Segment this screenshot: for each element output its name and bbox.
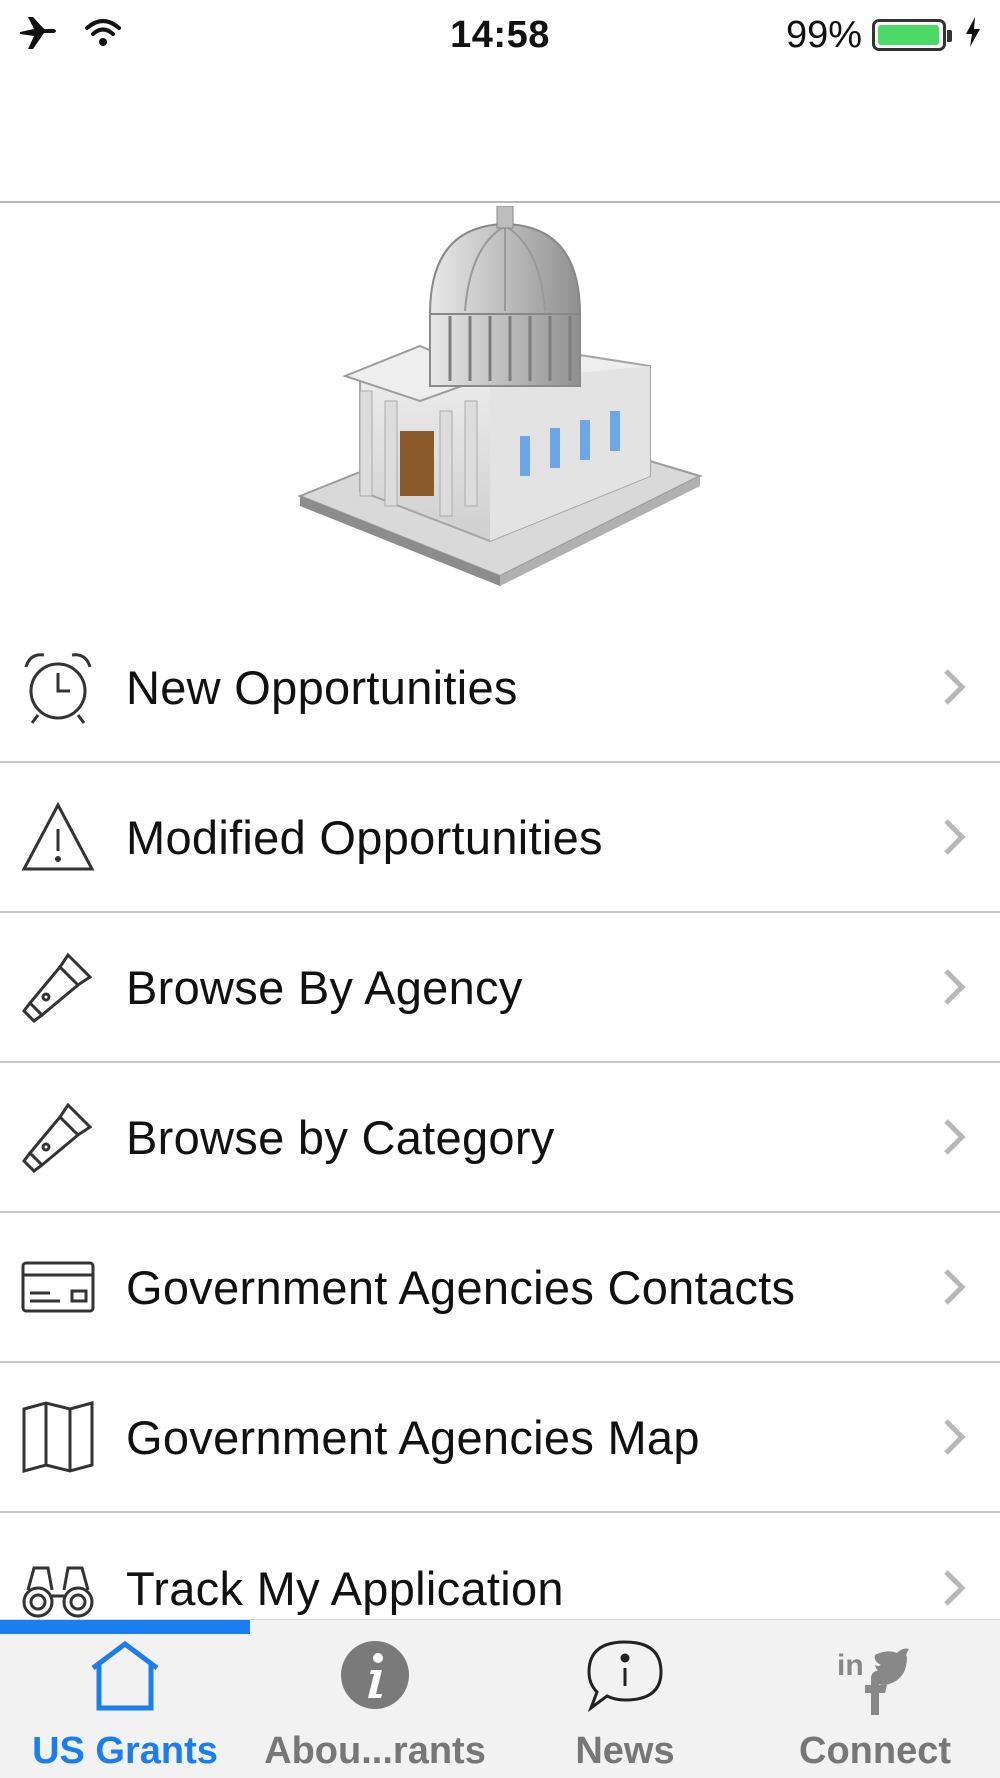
menu-item-government-agencies-map[interactable]: Government Agencies Map xyxy=(0,1363,1000,1513)
navigation-bar xyxy=(0,70,1000,203)
chevron-right-icon xyxy=(944,1269,966,1305)
speech-bubble-info-icon xyxy=(580,1630,670,1720)
flashlight-icon xyxy=(20,1099,96,1175)
hero-banner xyxy=(0,203,1000,613)
menu-item-label: New Opportunities xyxy=(126,660,518,714)
battery-icon xyxy=(872,19,952,51)
tab-label: Connect xyxy=(799,1730,951,1772)
menu-item-browse-by-agency[interactable]: Browse By Agency xyxy=(0,913,1000,1063)
menu-item-label: Track My Application xyxy=(126,1561,564,1615)
tab-label: News xyxy=(575,1730,675,1772)
chevron-right-icon xyxy=(944,1419,966,1455)
menu-item-label: Government Agencies Contacts xyxy=(126,1260,796,1314)
info-circle-icon xyxy=(330,1630,420,1720)
menu-item-browse-by-category[interactable]: Browse by Category xyxy=(0,1063,1000,1213)
menu-item-government-agencies-contacts[interactable]: Government Agencies Contacts xyxy=(0,1213,1000,1363)
battery-fill xyxy=(878,25,940,45)
menu-item-label: Government Agencies Map xyxy=(126,1410,700,1464)
home-icon xyxy=(80,1630,170,1720)
menu-item-label: Modified Opportunities xyxy=(126,810,603,864)
status-bar: 14:58 99% xyxy=(0,0,1000,70)
flashlight-icon xyxy=(20,949,96,1025)
social-icon: in xyxy=(830,1630,920,1720)
tab-connect[interactable]: in Connect xyxy=(750,1620,1000,1778)
chevron-right-icon xyxy=(944,969,966,1005)
chevron-right-icon xyxy=(944,1570,966,1606)
alarm-clock-icon xyxy=(20,649,96,725)
svg-text:in: in xyxy=(837,1649,864,1682)
chevron-right-icon xyxy=(944,819,966,855)
menu-item-label: Browse By Agency xyxy=(126,960,523,1014)
warning-triangle-icon xyxy=(20,799,96,875)
binoculars-icon xyxy=(20,1550,96,1626)
status-time: 14:58 xyxy=(450,13,550,56)
chevron-right-icon xyxy=(944,1119,966,1155)
menu-item-label: Browse by Category xyxy=(126,1110,555,1164)
government-building-icon xyxy=(290,205,710,611)
contact-card-icon xyxy=(20,1249,96,1325)
menu-item-modified-opportunities[interactable]: Modified Opportunities xyxy=(0,763,1000,913)
tab-label: Abou...rants xyxy=(264,1730,486,1772)
chevron-right-icon xyxy=(944,669,966,705)
tab-label: US Grants xyxy=(32,1730,218,1772)
tab-news[interactable]: News xyxy=(500,1620,750,1778)
menu-list: New Opportunities Modified Opportunities… xyxy=(0,613,1000,1663)
menu-item-new-opportunities[interactable]: New Opportunities xyxy=(0,613,1000,763)
tab-about-grants[interactable]: Abou...rants xyxy=(250,1620,500,1778)
map-icon xyxy=(20,1399,96,1475)
tab-bar: US Grants Abou...rants News in Connect xyxy=(0,1619,1000,1778)
tab-us-grants[interactable]: US Grants xyxy=(0,1620,250,1778)
